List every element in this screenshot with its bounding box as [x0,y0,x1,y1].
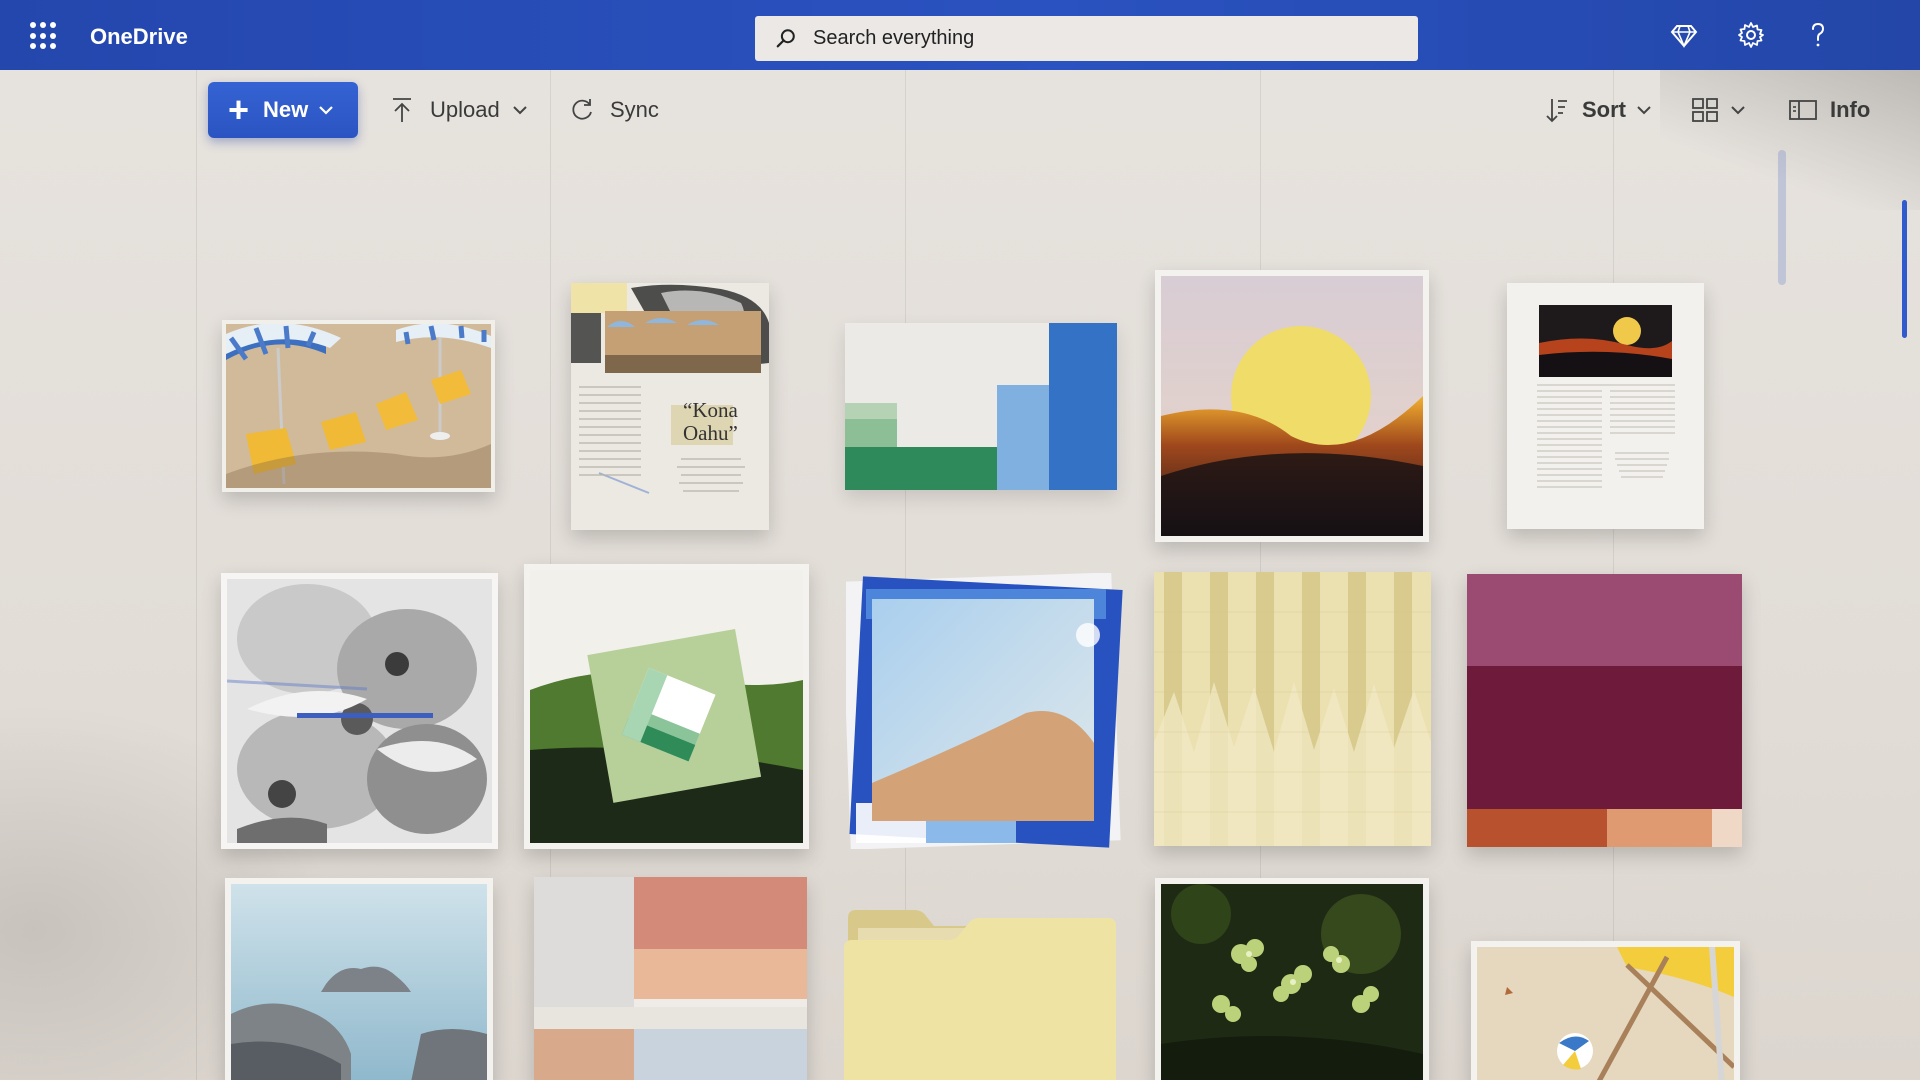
upload-label: Upload [430,97,500,122]
file-tile-pattern-artwork[interactable] [1154,572,1431,846]
sort-icon [1546,99,1567,123]
grass-image [530,570,803,843]
sync-button[interactable]: Sync [568,82,659,138]
file-tile-beach-ball-photo[interactable] [1471,941,1740,1080]
file-tile-sunset-photo[interactable] [1155,270,1429,542]
sync-label: Sync [610,97,659,122]
gear-icon[interactable] [1736,20,1766,50]
new-button-label: New [263,97,309,122]
sort-label: Sort [1582,97,1626,122]
file-tile-kona-oahu-document[interactable]: “Kona Oahu” [571,283,769,530]
plus-icon: + [228,89,250,130]
sort-button[interactable]: Sort [1544,82,1652,138]
file-tile-article-document[interactable] [1507,283,1704,529]
color-blocks-image [1467,574,1742,847]
upload-button[interactable]: Upload [390,82,528,138]
search-box[interactable] [755,16,1418,61]
plant-image [1161,884,1423,1080]
folder-icon [844,910,1116,1080]
file-tile-dune-photo[interactable] [846,573,1123,849]
info-label: Info [1830,97,1871,122]
info-pane-icon [1789,100,1817,120]
scrollbar-thumb[interactable] [1902,200,1907,338]
file-tile-chart-graphic[interactable] [845,323,1117,490]
pattern-image [1154,572,1431,846]
diamond-icon[interactable] [1669,20,1699,50]
file-tile-color-blocks[interactable] [1467,574,1742,847]
app-launcher-icon[interactable] [30,22,58,50]
file-tile-beach-photo[interactable] [222,320,495,492]
file-tile-plant-photo[interactable] [1155,878,1429,1080]
seascape-image [231,884,487,1080]
search-input[interactable] [813,27,1373,50]
chart-artwork-image [845,323,1117,490]
chevron-down-icon [319,106,334,115]
sync-icon [572,99,592,120]
chevron-down-icon [1731,106,1745,115]
file-tile-seascape-photo[interactable] [225,878,493,1080]
header-bar: OneDrive [0,0,1920,70]
view-options-button[interactable] [1690,82,1746,138]
upload-icon [393,98,411,122]
beach-ball-image [1477,946,1736,1080]
document-title: “Kona Oahu” [683,398,738,445]
swatch-image [534,877,807,1080]
beach-umbrella-image [226,322,491,488]
file-tile-swatch-graphic[interactable] [534,877,807,1080]
new-button[interactable]: + New [208,82,358,138]
shells-image [226,579,492,843]
scroll-shadow [1778,150,1786,285]
chevron-down-icon [1637,106,1651,115]
file-tile-shells-artwork[interactable] [221,573,498,849]
help-icon[interactable] [1803,20,1833,50]
dune-image [846,573,1123,849]
sunset-image [1161,276,1423,536]
search-icon [776,28,795,47]
grid-view-icon [1692,98,1718,122]
folder-tile[interactable] [844,908,1116,1080]
article-preview [1507,283,1704,529]
app-title[interactable]: OneDrive [90,24,188,50]
info-button[interactable]: Info [1788,82,1870,138]
chevron-down-icon [513,106,527,115]
file-tile-grass-photo[interactable] [524,564,809,849]
